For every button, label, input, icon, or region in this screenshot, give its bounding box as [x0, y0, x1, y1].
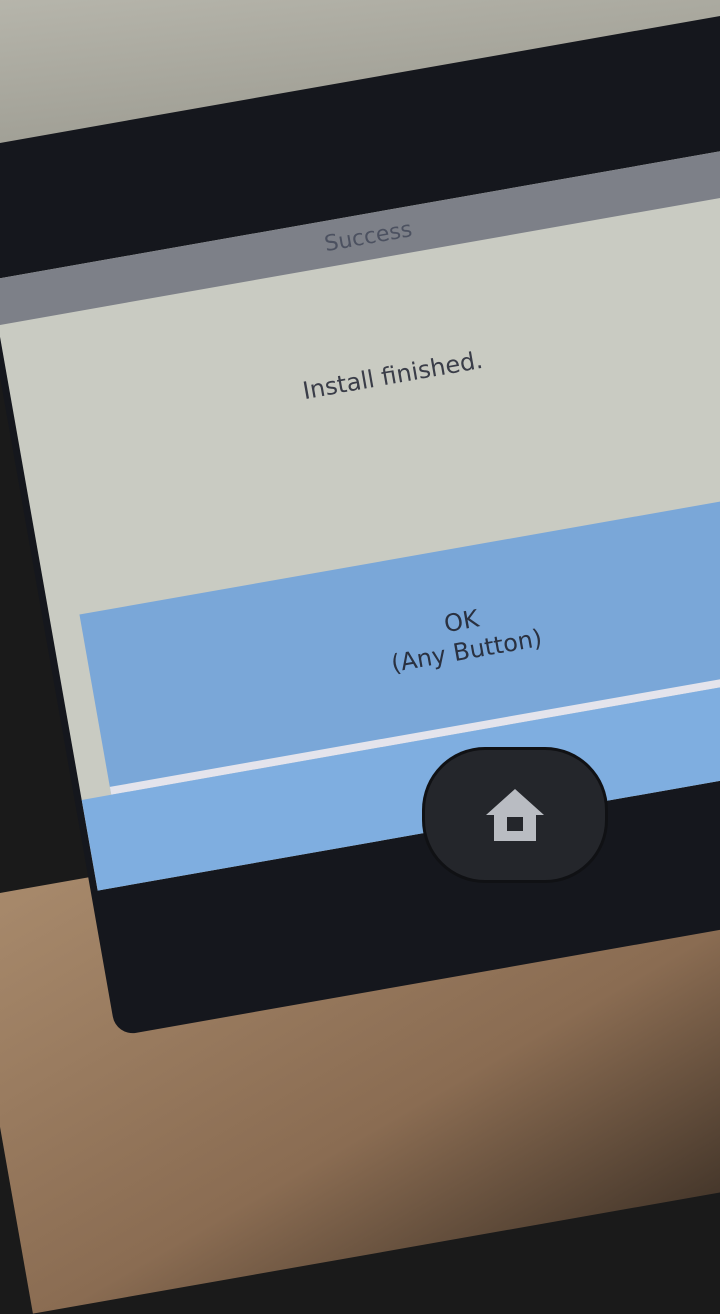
bottom-screen: Success Install finished. OK (Any Button… [0, 148, 720, 891]
home-icon [486, 789, 544, 841]
dialog-message: Install finished. [300, 345, 485, 406]
dialog-title: Success [322, 216, 414, 257]
home-button[interactable] [425, 750, 605, 880]
